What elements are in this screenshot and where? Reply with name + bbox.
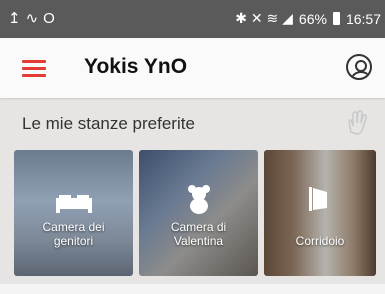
status-left-icons: ↥ ∿ O — [8, 9, 55, 28]
upload-icon: ↥ — [8, 10, 21, 27]
clock: 16:57 — [345, 10, 381, 27]
room-label: Camera di Valentina — [170, 220, 227, 248]
room-card[interactable]: Corridoio — [264, 150, 376, 276]
room-label: Corridoio — [295, 234, 345, 248]
room-card[interactable]: Camera dei genitori — [14, 150, 133, 276]
bed-icon — [54, 194, 94, 219]
signal-wave-icon: ∿ — [25, 10, 39, 27]
teddy-bear-icon — [186, 184, 212, 219]
touch-gesture-icon — [345, 108, 371, 136]
account-icon[interactable] — [346, 54, 372, 80]
hamburger-icon[interactable] — [22, 60, 46, 78]
connectivity-icons: ✱ ✕ ≋ ◢ — [235, 10, 293, 26]
status-bar: ↥ ∿ O ✱ ✕ ≋ ◢ 66% 16:57 — [0, 0, 385, 38]
next-section-edge — [0, 284, 385, 294]
battery-icon — [332, 12, 340, 25]
favorite-rooms-list: Camera dei genitori Camera di Valentina … — [14, 150, 376, 276]
room-card[interactable]: Camera di Valentina — [139, 150, 258, 276]
app-title: Yokis YnO — [84, 55, 188, 78]
room-label: Camera dei genitori — [42, 220, 105, 248]
favorites-section-title: Le mie stanze preferite — [22, 114, 195, 133]
battery-percent: 66% — [298, 10, 327, 27]
status-right-icons: ✱ ✕ ≋ ◢ 66% 16:57 — [235, 10, 381, 27]
app-bar: Yokis YnO — [0, 38, 385, 98]
door-icon — [309, 186, 331, 217]
sync-icon: O — [43, 9, 55, 27]
